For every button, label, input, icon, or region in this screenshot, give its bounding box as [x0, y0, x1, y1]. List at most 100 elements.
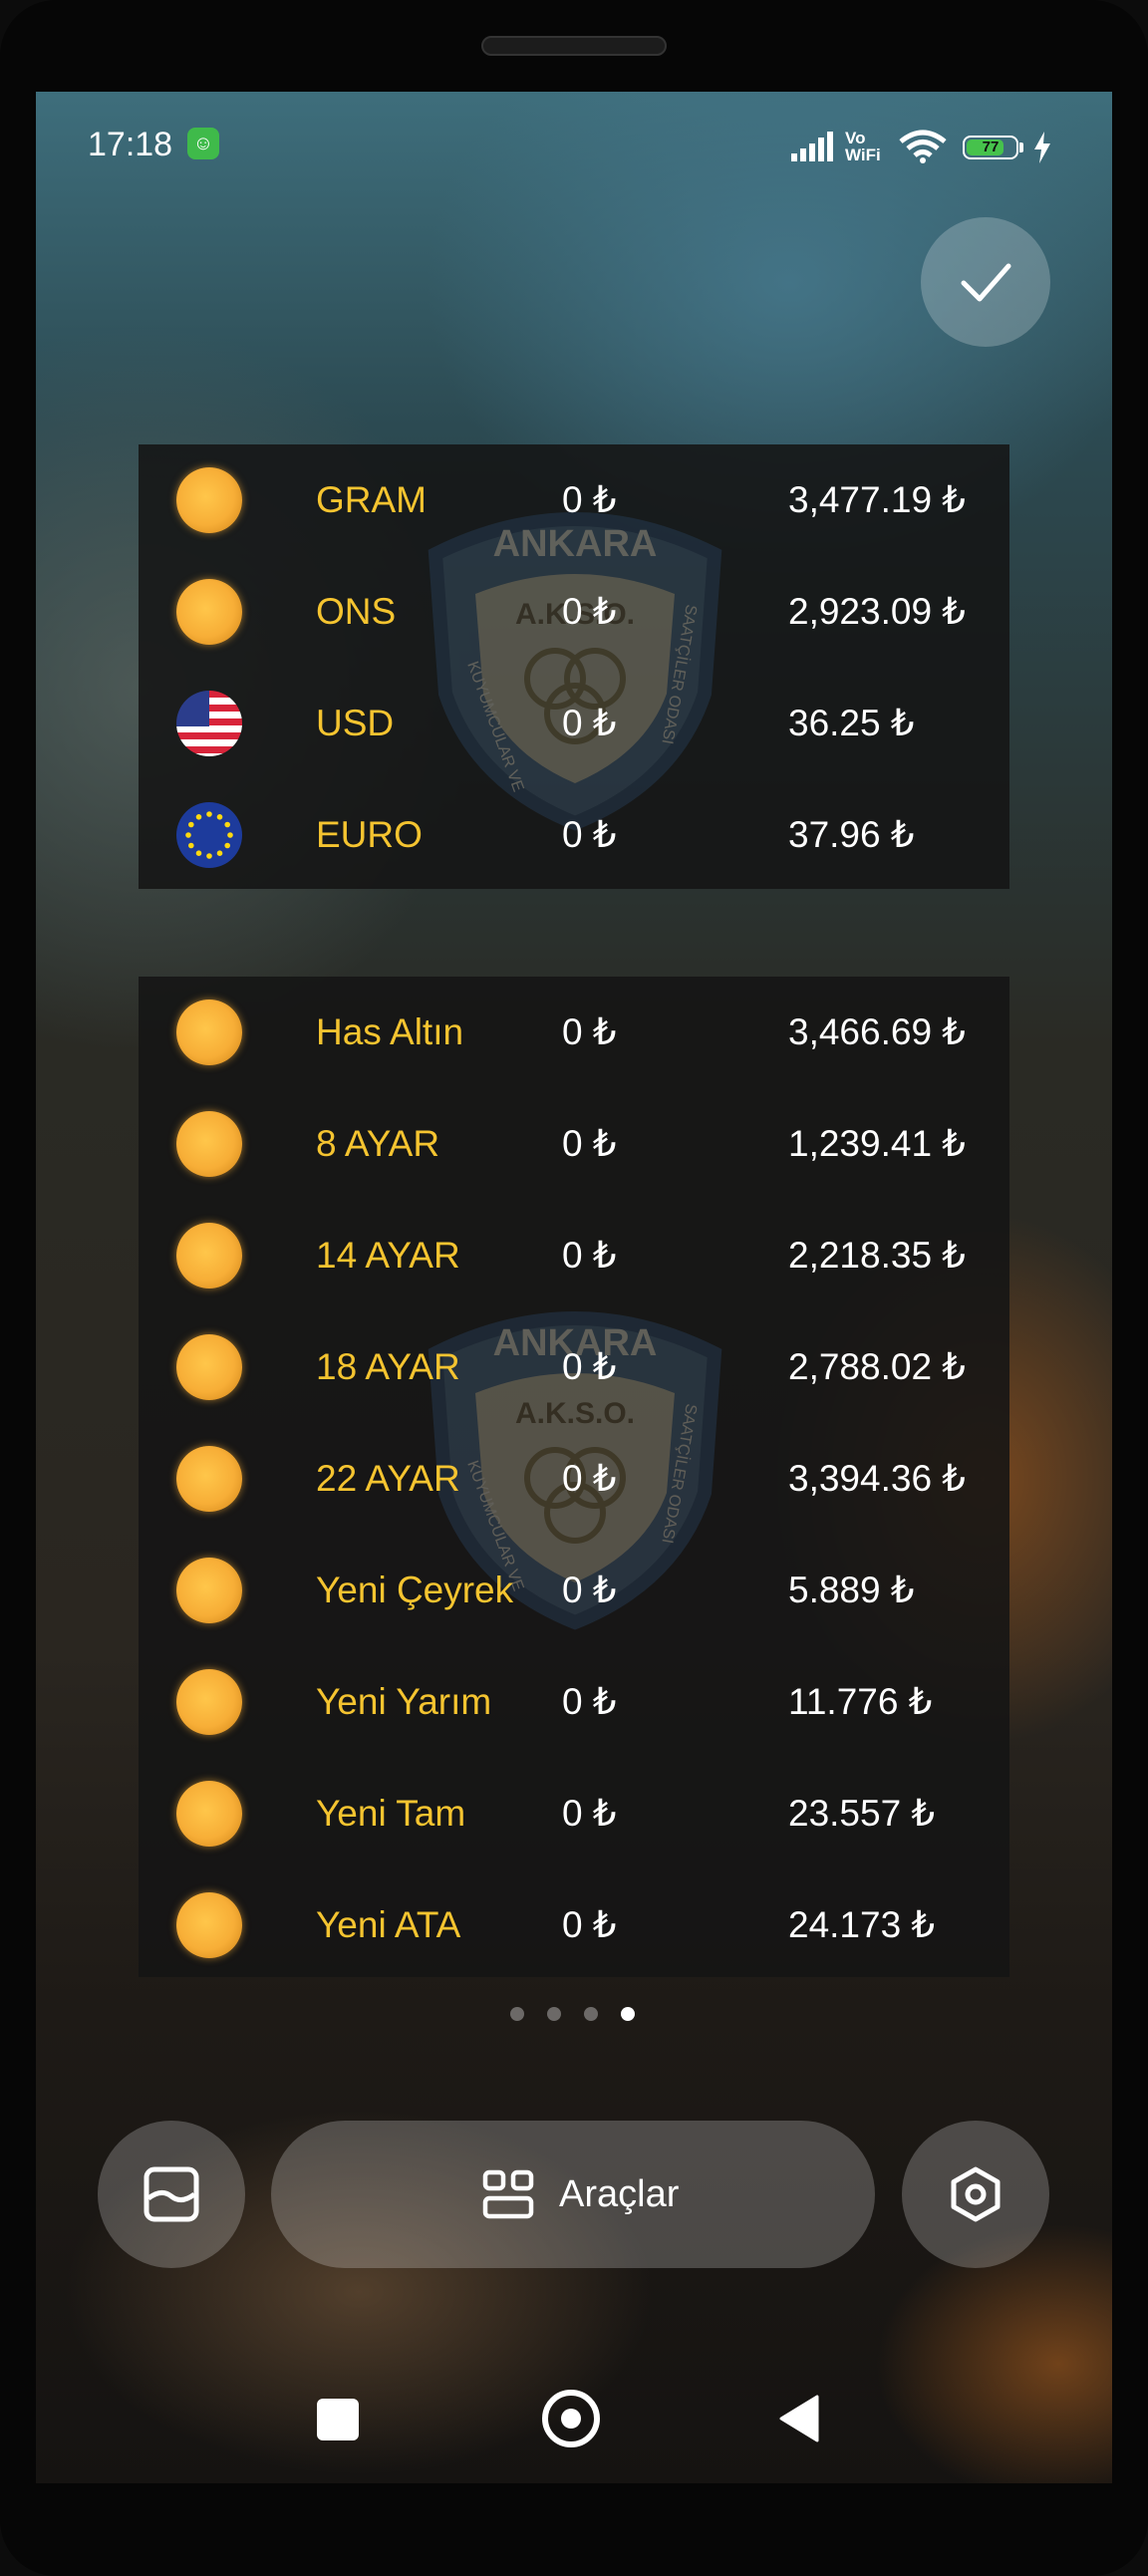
sell-price: 2,218.35 ₺ [788, 1235, 966, 1276]
asset-name: 22 AYAR [316, 1458, 460, 1499]
home-dot [561, 2409, 581, 2429]
sell-price: 3,394.36 ₺ [788, 1458, 966, 1499]
eu-star [216, 850, 223, 856]
charging-icon [1034, 132, 1050, 163]
list-item[interactable]: 8 AYAR 0 ₺ 1,239.41 ₺ [139, 1088, 1009, 1200]
check-icon [961, 263, 1011, 302]
buy-price: 0 ₺ [562, 1123, 617, 1164]
buy-price: 0 ₺ [562, 703, 617, 743]
sell-price: 2,923.09 ₺ [788, 591, 966, 632]
buy-price: 0 ₺ [562, 1793, 617, 1834]
eu-star [224, 821, 230, 828]
asset-name: 14 AYAR [316, 1235, 460, 1276]
status-bar: 17:18 ☺ Vo WiFi 77 [36, 92, 1112, 171]
list-item[interactable]: USD 0 ₺ 36.25 ₺ [139, 668, 1009, 779]
asset-name: 8 AYAR [316, 1123, 440, 1164]
list-item[interactable]: Yeni Yarım 0 ₺ 11.776 ₺ [139, 1646, 1009, 1758]
asset-name: Yeni Çeyrek [316, 1570, 514, 1610]
asset-name: 18 AYAR [316, 1346, 460, 1387]
gold-coin-icon [176, 1223, 242, 1288]
triangle-back-icon[interactable] [779, 2394, 819, 2443]
battery-icon: 77 [963, 136, 1018, 159]
us-flag-icon [176, 691, 242, 756]
wallpaper-icon [144, 2166, 199, 2222]
asset-name: Yeni Tam [316, 1793, 466, 1834]
asset-name: ONS [316, 591, 397, 632]
signal-icon [791, 132, 833, 161]
sell-price: 3,477.19 ₺ [788, 479, 966, 520]
sell-price: 3,466.69 ₺ [788, 1011, 966, 1052]
sell-price: 36.25 ₺ [788, 703, 915, 743]
gold-coin-icon [176, 1446, 242, 1512]
eu-star [185, 832, 191, 838]
list-item[interactable]: ONS 0 ₺ 2,923.09 ₺ [139, 556, 1009, 668]
buy-price: 0 ₺ [562, 1458, 617, 1499]
eu-star [206, 853, 212, 859]
gold-coin-icon [176, 1000, 242, 1065]
notification-app-icon: ☺ [187, 128, 219, 159]
page-dot[interactable] [510, 2007, 524, 2021]
buy-price: 0 ₺ [562, 479, 617, 520]
list-item[interactable]: Yeni Tam 0 ₺ 23.557 ₺ [139, 1758, 1009, 1869]
status-time: 17:18 [88, 126, 173, 163]
confirm-button[interactable] [921, 217, 1050, 347]
sell-price: 2,788.02 ₺ [788, 1346, 966, 1387]
sell-price: 11.776 ₺ [788, 1681, 933, 1722]
gold-coin-icon [176, 1781, 242, 1847]
wifi-icon [899, 130, 947, 163]
sell-price: 23.557 ₺ [788, 1793, 935, 1834]
square-icon[interactable] [317, 2399, 359, 2440]
buy-price: 0 ₺ [562, 814, 617, 855]
eu-star [224, 842, 230, 849]
list-item[interactable]: GRAM 0 ₺ 3,477.19 ₺ [139, 444, 1009, 556]
list-item[interactable]: Has Altın 0 ₺ 3,466.69 ₺ [139, 977, 1009, 1088]
battery-level-text: 77 [982, 139, 1000, 155]
asset-name: USD [316, 703, 395, 743]
circle-icon[interactable] [542, 2390, 600, 2447]
buy-price: 0 ₺ [562, 1235, 617, 1276]
sell-price: 24.173 ₺ [788, 1904, 935, 1945]
asset-name: Yeni Yarım [316, 1681, 492, 1722]
vowifi-bottom: WiFi [845, 145, 881, 164]
list-item[interactable]: 18 AYAR 0 ₺ 2,788.02 ₺ [139, 1311, 1009, 1423]
page-dot[interactable] [584, 2007, 598, 2021]
list-item[interactable]: 14 AYAR 0 ₺ 2,218.35 ₺ [139, 1200, 1009, 1311]
currency-widget[interactable]: ANKARA A.K.S.O. KUYUMCULAR VE SAATÇİLER … [139, 444, 1009, 889]
page-dot-active[interactable] [621, 2007, 635, 2021]
eu-flag-icon [176, 802, 242, 868]
gold-coin-icon [176, 1892, 242, 1958]
asset-name: EURO [316, 814, 423, 855]
battery-tip [1019, 143, 1023, 152]
buy-price: 0 ₺ [562, 1570, 617, 1610]
page-indicator [510, 2003, 650, 2023]
vowifi-label: Vo WiFi [845, 130, 881, 163]
gold-coin-icon [176, 1669, 242, 1735]
wallpaper-button[interactable] [98, 2121, 245, 2268]
list-item[interactable]: 22 AYAR 0 ₺ 3,394.36 ₺ [139, 1423, 1009, 1535]
list-item[interactable]: EURO 0 ₺ 37.96 ₺ [139, 779, 1009, 891]
phone-speaker [481, 36, 667, 56]
gold-coin-icon [176, 1558, 242, 1623]
asset-name: Has Altın [316, 1011, 464, 1052]
phone-frame: 17:18 ☺ Vo WiFi 77 ANKARA A.K.S.O. KUYUM… [0, 0, 1148, 2576]
grid-icon [482, 2169, 534, 2219]
page-dot[interactable] [547, 2007, 561, 2021]
tools-label: Araçlar [559, 2173, 680, 2215]
gold-coin-icon [176, 1334, 242, 1400]
list-item[interactable]: Yeni Çeyrek 0 ₺ 5.889 ₺ [139, 1535, 1009, 1646]
eu-star [195, 850, 202, 856]
settings-button[interactable] [902, 2121, 1049, 2268]
eu-star [216, 814, 223, 820]
buy-price: 0 ₺ [562, 591, 617, 632]
sell-price: 5.889 ₺ [788, 1570, 915, 1610]
asset-name: Yeni ATA [316, 1904, 461, 1945]
list-item[interactable]: Yeni ATA 0 ₺ 24.173 ₺ [139, 1869, 1009, 1981]
hexagon-settings-icon [951, 2166, 1001, 2222]
eu-star [188, 821, 194, 828]
eu-star [227, 832, 233, 838]
eu-star [206, 811, 212, 817]
gold-prices-widget[interactable]: ANKARA A.K.S.O. KUYUMCULAR VE SAATÇİLER … [139, 977, 1009, 1977]
eu-stars [185, 811, 233, 859]
tools-button[interactable]: Araçlar [271, 2121, 875, 2268]
buy-price: 0 ₺ [562, 1346, 617, 1387]
